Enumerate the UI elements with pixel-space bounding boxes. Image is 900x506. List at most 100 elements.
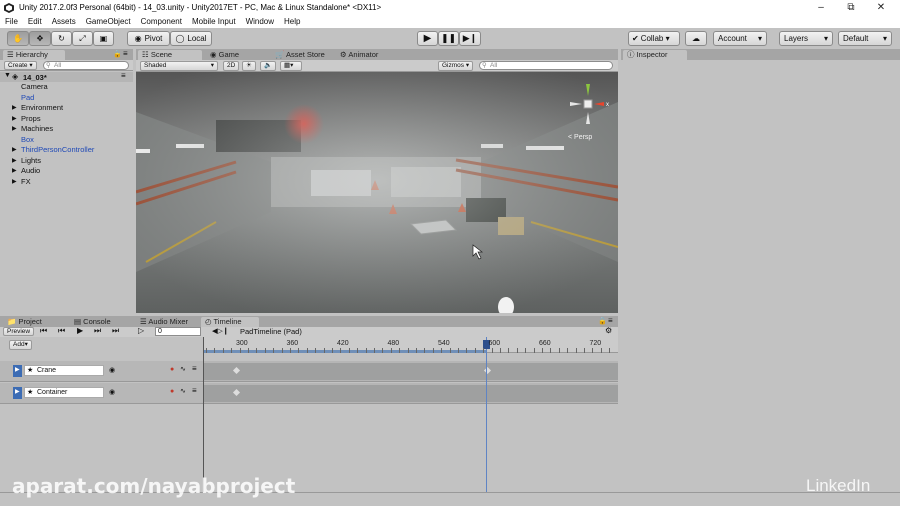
curve-icon[interactable]: ∿ [180,387,186,395]
add-track-dropdown[interactable]: Add▾ [9,340,32,350]
track-menu-icon[interactable]: ≡ [192,386,197,395]
container-clip[interactable] [204,385,618,402]
expand-arrow-icon[interactable]: ▶ [12,124,17,135]
layers-dropdown[interactable]: Layers ▾ [779,31,833,46]
prev-frame-icon[interactable]: ⏮ [58,326,65,336]
track-content-container[interactable] [204,383,618,404]
container-track-name[interactable]: ★ Container [24,387,104,398]
curve-icon[interactable]: ∿ [180,365,186,373]
hierarchy-item[interactable]: ▶ Audio [0,166,131,177]
crane-track-name[interactable]: ★ Crane [24,365,104,376]
tab-asset-store[interactable]: 🛒 Asset Store [271,50,329,60]
hierarchy-item[interactable]: ▶ Machines [0,124,131,135]
goto-start-icon[interactable]: ⏮ [40,326,47,336]
menu-assets[interactable]: Assets [52,17,76,26]
hierarchy-item[interactable]: ▶ FX [0,177,131,188]
hierarchy-item[interactable]: ▶ ThirdPersonController [0,145,131,156]
account-dropdown[interactable]: Account ▾ [713,31,767,46]
audio-toggle-button[interactable]: 🔈 [260,61,277,71]
playhead-line[interactable] [486,337,487,492]
maximize-icon[interactable]: ⧉ [836,1,866,14]
crane-clip[interactable] [204,363,618,380]
preview-toggle-button[interactable]: Preview [3,327,35,336]
tab-animator[interactable]: ⚙ Animator [336,50,382,60]
move-tool-button[interactable]: ✥ [29,31,51,46]
minimize-icon[interactable]: – [806,1,836,14]
effects-dropdown[interactable]: ▦▾ [280,61,302,71]
tab-timeline[interactable]: ◴ Timeline [201,317,259,327]
hierarchy-item[interactable]: ▶ Props [0,114,131,125]
hierarchy-item[interactable]: ▶ Environment [0,103,131,114]
lighting-toggle-button[interactable]: ☀ [242,61,256,71]
scene-menu-icon[interactable]: ≡ [121,71,126,80]
panel-menu-icon[interactable]: ≡ [608,316,613,325]
track-content-crane[interactable] [204,361,618,382]
rect-tool-button[interactable]: ▣ [93,31,114,46]
2d-toggle-button[interactable]: 2D [223,61,240,71]
track-menu-icon[interactable]: ≡ [192,364,197,373]
pause-button[interactable]: ❚❚ [438,31,459,46]
timeline-options-icon[interactable]: ◀▷❙ [212,327,229,335]
menu-gameobject[interactable]: GameObject [86,17,131,26]
gizmos-dropdown[interactable]: Gizmos ▾ [438,61,474,71]
create-dropdown[interactable]: Create ▾ [4,61,37,70]
menu-component[interactable]: Component [141,17,182,26]
hierarchy-item[interactable]: ▶ Lights [0,156,131,167]
hand-tool-button[interactable]: ✋ [7,31,29,46]
collab-dropdown[interactable]: ✔ Collab ▾ [628,31,680,46]
hierarchy-item[interactable]: Camera [0,82,131,93]
local-toggle-button[interactable]: ◯ Local [170,31,212,46]
step-button[interactable]: ▶❙ [459,31,481,46]
expand-arrow-icon[interactable]: ▶ [12,156,17,167]
expand-arrow-icon[interactable]: ▶ [12,103,17,114]
pivot-toggle-button[interactable]: ◉ Pivot [127,31,170,46]
rotate-tool-button[interactable]: ↻ [51,31,72,46]
close-icon[interactable]: ✕ [866,1,896,14]
lock-icon[interactable]: 🔒 [113,50,122,58]
track-header-crane[interactable]: ▶ ★ Crane ◉ ● ∿ ≡ [0,361,204,382]
expand-arrow-icon[interactable]: ▼ [4,72,11,79]
tab-scene[interactable]: ☷ Scene [138,50,202,60]
orientation-gizmo-icon[interactable]: x [564,80,612,128]
target-object-icon[interactable]: ◉ [109,388,115,396]
scene-view[interactable]: x < Persp [136,72,618,313]
lock-icon[interactable]: 🔒 [598,317,607,325]
hierarchy-search-input[interactable]: ⚲ All [43,61,129,70]
timeline-ruler[interactable] [204,337,618,353]
menu-mobile-input[interactable]: Mobile Input [192,17,236,26]
expand-arrow-icon[interactable]: ▶ [12,166,17,177]
scene-search-input[interactable]: ⚲ All [479,61,613,70]
hierarchy-item[interactable]: Box [0,135,131,146]
record-icon[interactable]: ● [170,388,174,395]
play-range-icon[interactable]: ▷ [138,326,144,335]
layout-dropdown[interactable]: Default ▾ [838,31,892,46]
play-button[interactable]: ▶ [417,31,438,46]
menu-file[interactable]: File [5,17,18,26]
tab-hierarchy[interactable]: ☰ Hierarchy [3,50,65,60]
scene-root-row[interactable]: ▼ ◈ 14_03* ≡ [0,71,133,82]
timeline-play-icon[interactable]: ▶ [77,326,83,335]
track-expand-icon[interactable]: ▶ [15,388,20,395]
hierarchy-item[interactable]: Pad [0,93,131,104]
record-icon[interactable]: ● [170,366,174,373]
menu-edit[interactable]: Edit [28,17,42,26]
menu-help[interactable]: Help [284,17,300,26]
menu-window[interactable]: Window [246,17,274,26]
goto-end-icon[interactable]: ⏭ [112,326,119,336]
cloud-button[interactable]: ☁ [685,31,707,46]
persp-label[interactable]: < Persp [568,134,592,141]
scale-tool-button[interactable]: ⤢ [72,31,93,46]
timeline-settings-icon[interactable]: ⚙ [605,326,612,335]
shading-mode-dropdown[interactable]: Shaded ▾ [140,61,218,71]
expand-arrow-icon[interactable]: ▶ [12,145,17,156]
track-header-container[interactable]: ▶ ★ Container ◉ ● ∿ ≡ [0,383,204,404]
panel-menu-icon[interactable]: ≡ [123,49,128,58]
track-expand-icon[interactable]: ▶ [15,366,20,373]
next-frame-icon[interactable]: ⏭ [94,326,101,336]
expand-arrow-icon[interactable]: ▶ [12,114,17,125]
target-object-icon[interactable]: ◉ [109,366,115,374]
tab-game[interactable]: ◉ Game [206,50,243,60]
frame-field[interactable]: 0 [155,327,201,336]
expand-arrow-icon[interactable]: ▶ [12,177,17,188]
tab-inspector[interactable]: ⓘ Inspector [623,50,687,60]
